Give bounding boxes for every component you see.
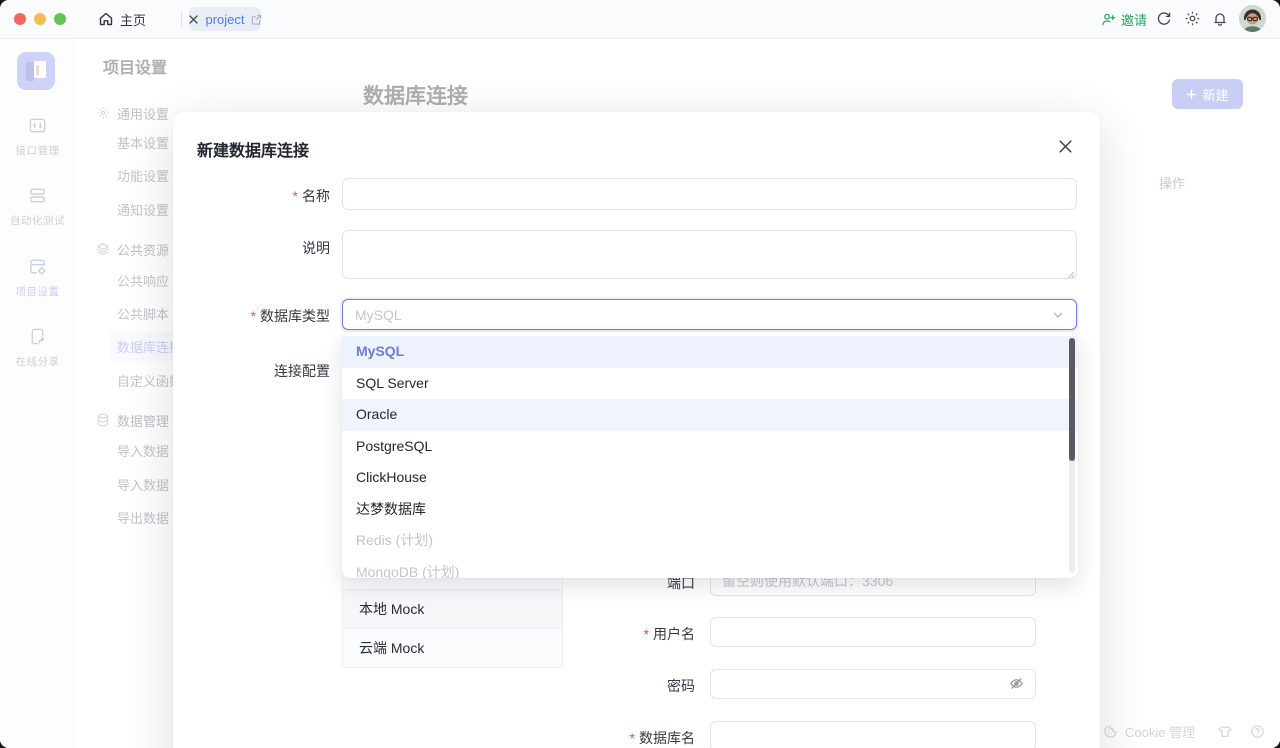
dropdown-option-oracle[interactable]: Oracle xyxy=(342,399,1078,431)
traffic-light-minimize[interactable] xyxy=(34,13,46,25)
description-textarea[interactable] xyxy=(342,230,1077,279)
avatar[interactable] xyxy=(1239,5,1266,32)
invite-label: 邀请 xyxy=(1121,12,1148,28)
close-icon[interactable] xyxy=(1055,136,1075,156)
env-tab-cloud-mock[interactable]: 云端 Mock xyxy=(343,629,562,667)
traffic-light-close[interactable] xyxy=(14,13,26,25)
dbtype-select[interactable]: MySQL xyxy=(342,299,1077,330)
dropdown-option-clickhouse[interactable]: ClickHouse xyxy=(342,462,1078,494)
dropdown-scrollbar-thumb[interactable] xyxy=(1069,338,1075,461)
home-button[interactable]: 主页 xyxy=(98,8,146,30)
password-input[interactable] xyxy=(710,669,1036,699)
dbtype-selected-value: MySQL xyxy=(355,306,402,323)
dbname-label: * 数据库名 xyxy=(629,730,695,746)
dbtype-dropdown: MySQL SQL Server Oracle PostgreSQL Click… xyxy=(342,332,1078,578)
dropdown-option-mysql[interactable]: MySQL xyxy=(342,336,1078,368)
dbtype-label: * 数据库类型 xyxy=(250,308,330,324)
env-tab-local-mock[interactable]: 本地 Mock xyxy=(343,590,562,629)
tab-project[interactable]: project xyxy=(189,7,261,31)
dropdown-option-mongodb: MongoDB (计划) xyxy=(356,563,460,579)
home-label: 主页 xyxy=(120,12,147,28)
username-label: * 用户名 xyxy=(643,626,695,642)
topbar-divider xyxy=(181,11,182,27)
description-label: 说明 xyxy=(302,240,330,256)
app-window: 主页 project 邀请 新建数据库连接 * 名称 说明 * 数据库类型 My… xyxy=(0,0,1280,748)
username-input[interactable] xyxy=(710,617,1036,647)
modal-title: 新建数据库连接 xyxy=(197,143,310,160)
sync-icon[interactable] xyxy=(1156,11,1172,27)
home-icon xyxy=(98,11,114,27)
traffic-light-zoom[interactable] xyxy=(54,13,66,25)
eye-off-icon[interactable] xyxy=(1009,676,1024,691)
connection-config-label: 连接配置 xyxy=(274,363,330,379)
resize-grip-icon[interactable] xyxy=(1066,270,1075,279)
user-add-icon xyxy=(1101,12,1116,27)
external-link-icon[interactable] xyxy=(251,14,262,25)
dropdown-option-dameng[interactable]: 达梦数据库 xyxy=(342,494,1078,526)
gear-icon[interactable] xyxy=(1184,10,1201,27)
tab-close-icon[interactable] xyxy=(188,14,199,25)
name-label: * 名称 xyxy=(292,188,330,204)
chevron-down-icon xyxy=(1052,309,1064,321)
dropdown-option-redis: Redis (计划) xyxy=(356,532,434,548)
password-label: 密码 xyxy=(667,678,695,694)
dropdown-option-sqlserver[interactable]: SQL Server xyxy=(342,368,1078,400)
top-bar: 主页 project 邀请 xyxy=(0,0,1280,39)
bell-icon[interactable] xyxy=(1212,11,1228,27)
tab-label: project xyxy=(205,11,245,27)
invite-button[interactable]: 邀请 xyxy=(1101,8,1147,30)
name-input[interactable] xyxy=(342,178,1077,210)
dropdown-option-postgresql[interactable]: PostgreSQL xyxy=(342,431,1078,463)
dbname-input[interactable] xyxy=(710,721,1036,748)
